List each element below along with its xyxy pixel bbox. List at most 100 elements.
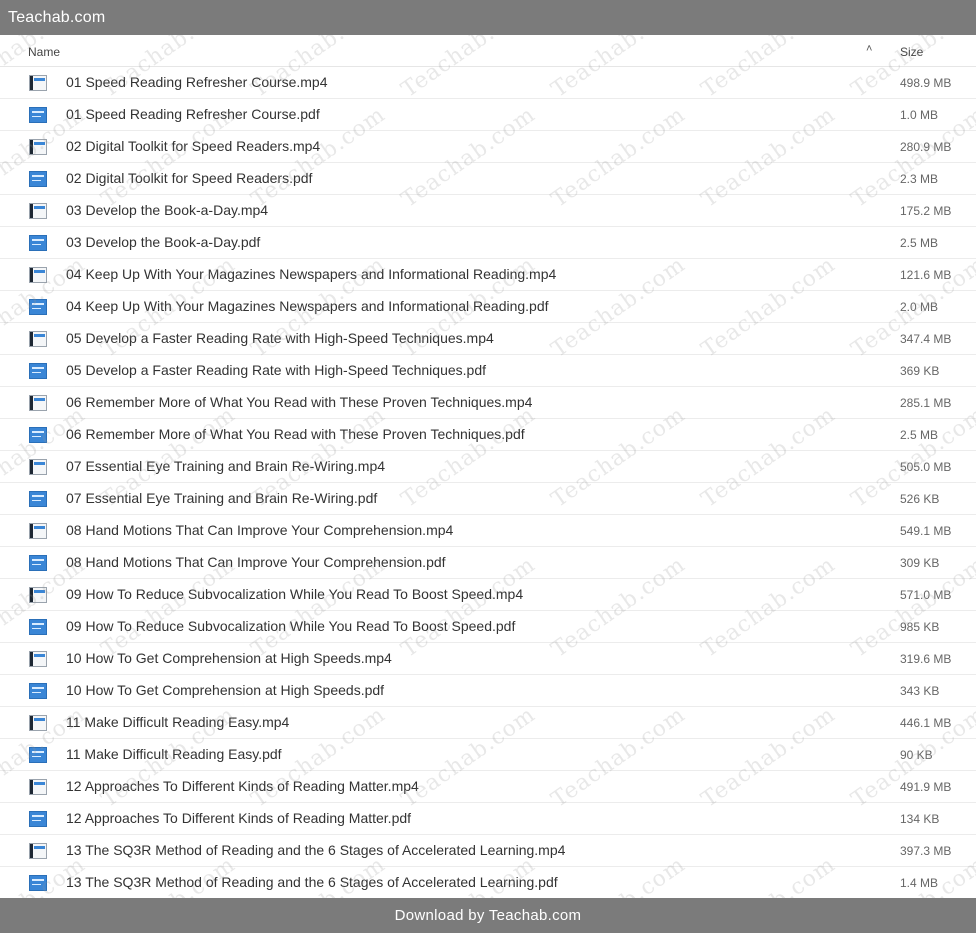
file-name[interactable]: 01 Speed Reading Refresher Course.pdf [66, 106, 320, 122]
file-name[interactable]: 13 The SQ3R Method of Reading and the 6 … [66, 842, 565, 858]
name-column-header[interactable]: Name [28, 45, 60, 59]
file-name[interactable]: 04 Keep Up With Your Magazines Newspaper… [66, 266, 556, 282]
file-name[interactable]: 06 Remember More of What You Read with T… [66, 426, 525, 442]
file-row[interactable]: 03 Develop the Book-a-Day.mp4 175.2 MB [0, 195, 976, 227]
file-thumbnail-icon [29, 779, 47, 795]
file-thumbnail-icon [29, 331, 47, 347]
file-size: 2.5 MB [900, 428, 939, 442]
file-size: 985 KB [900, 620, 940, 634]
file-thumbnail-icon [29, 747, 47, 763]
file-row[interactable]: 01 Speed Reading Refresher Course.pdf 1.0… [0, 99, 976, 131]
file-thumbnail-icon [29, 107, 47, 123]
file-thumbnail-icon [29, 715, 47, 731]
file-row[interactable]: 13 The SQ3R Method of Reading and the 6 … [0, 867, 976, 899]
file-row[interactable]: 13 The SQ3R Method of Reading and the 6 … [0, 835, 976, 867]
file-name[interactable]: 09 How To Reduce Subvocalization While Y… [66, 618, 515, 634]
file-row[interactable]: 12 Approaches To Different Kinds of Read… [0, 803, 976, 835]
file-thumbnail-icon [29, 395, 47, 411]
file-name[interactable]: 11 Make Difficult Reading Easy.pdf [66, 746, 282, 762]
file-size: 549.1 MB [900, 524, 952, 538]
file-size: 2.0 MB [900, 300, 939, 314]
file-size: 134 KB [900, 812, 940, 826]
file-thumbnail-icon [29, 459, 47, 475]
file-row[interactable]: 10 How To Get Comprehension at High Spee… [0, 643, 976, 675]
file-name[interactable]: 04 Keep Up With Your Magazines Newspaper… [66, 298, 549, 314]
file-row[interactable]: 12 Approaches To Different Kinds of Read… [0, 771, 976, 803]
file-row[interactable]: 06 Remember More of What You Read with T… [0, 419, 976, 451]
file-name[interactable]: 05 Develop a Faster Reading Rate with Hi… [66, 330, 494, 346]
file-thumbnail-icon [29, 491, 47, 507]
file-row[interactable]: 02 Digital Toolkit for Speed Readers.mp4… [0, 131, 976, 163]
file-row[interactable]: 09 How To Reduce Subvocalization While Y… [0, 579, 976, 611]
file-row[interactable]: 09 How To Reduce Subvocalization While Y… [0, 611, 976, 643]
file-size: 526 KB [900, 492, 940, 506]
file-size: 309 KB [900, 556, 940, 570]
file-size: 90 KB [900, 748, 933, 762]
file-size: 1.0 MB [900, 108, 939, 122]
file-row[interactable]: 04 Keep Up With Your Magazines Newspaper… [0, 291, 976, 323]
file-name[interactable]: 11 Make Difficult Reading Easy.mp4 [66, 714, 289, 730]
download-footer[interactable]: Download by Teachab.com [0, 898, 976, 933]
file-row[interactable]: 11 Make Difficult Reading Easy.mp4 446.1 … [0, 707, 976, 739]
file-name[interactable]: 10 How To Get Comprehension at High Spee… [66, 682, 384, 698]
file-size: 498.9 MB [900, 76, 952, 90]
file-size: 446.1 MB [900, 716, 952, 730]
file-thumbnail-icon [29, 619, 47, 635]
file-name[interactable]: 08 Hand Motions That Can Improve Your Co… [66, 522, 453, 538]
file-size: 2.5 MB [900, 236, 939, 250]
file-size: 285.1 MB [900, 396, 952, 410]
file-size: 2.3 MB [900, 172, 939, 186]
file-thumbnail-icon [29, 299, 47, 315]
size-column-header[interactable]: Size [900, 45, 923, 59]
file-size: 347.4 MB [900, 332, 952, 346]
file-size: 121.6 MB [900, 268, 952, 282]
file-name[interactable]: 06 Remember More of What You Read with T… [66, 394, 532, 410]
file-name[interactable]: 01 Speed Reading Refresher Course.mp4 [66, 74, 328, 90]
file-name[interactable]: 02 Digital Toolkit for Speed Readers.mp4 [66, 138, 320, 154]
file-thumbnail-icon [29, 203, 47, 219]
file-thumbnail-icon [29, 235, 47, 251]
file-name[interactable]: 05 Develop a Faster Reading Rate with Hi… [66, 362, 486, 378]
file-row[interactable]: 04 Keep Up With Your Magazines Newspaper… [0, 259, 976, 291]
file-thumbnail-icon [29, 363, 47, 379]
file-row[interactable]: 02 Digital Toolkit for Speed Readers.pdf… [0, 163, 976, 195]
file-size: 505.0 MB [900, 460, 952, 474]
file-name[interactable]: 12 Approaches To Different Kinds of Read… [66, 778, 419, 794]
file-row[interactable]: 03 Develop the Book-a-Day.pdf 2.5 MB [0, 227, 976, 259]
file-thumbnail-icon [29, 843, 47, 859]
file-name[interactable]: 07 Essential Eye Training and Brain Re-W… [66, 490, 377, 506]
file-thumbnail-icon [29, 171, 47, 187]
file-size: 491.9 MB [900, 780, 952, 794]
file-row[interactable]: 05 Develop a Faster Reading Rate with Hi… [0, 355, 976, 387]
file-list: 01 Speed Reading Refresher Course.mp4 498… [0, 67, 976, 899]
file-thumbnail-icon [29, 651, 47, 667]
file-name[interactable]: 10 How To Get Comprehension at High Spee… [66, 650, 392, 666]
file-size: 369 KB [900, 364, 940, 378]
file-name[interactable]: 07 Essential Eye Training and Brain Re-W… [66, 458, 385, 474]
sort-ascending-icon[interactable]: ˄ [866, 43, 872, 55]
file-row[interactable]: 05 Develop a Faster Reading Rate with Hi… [0, 323, 976, 355]
file-size: 280.9 MB [900, 140, 952, 154]
file-row[interactable]: 07 Essential Eye Training and Brain Re-W… [0, 483, 976, 515]
file-thumbnail-icon [29, 555, 47, 571]
file-name[interactable]: 13 The SQ3R Method of Reading and the 6 … [66, 874, 558, 890]
file-name[interactable]: 02 Digital Toolkit for Speed Readers.pdf [66, 170, 312, 186]
file-name[interactable]: 03 Develop the Book-a-Day.mp4 [66, 202, 268, 218]
file-name[interactable]: 12 Approaches To Different Kinds of Read… [66, 810, 411, 826]
file-thumbnail-icon [29, 427, 47, 443]
file-name[interactable]: 08 Hand Motions That Can Improve Your Co… [66, 554, 446, 570]
file-row[interactable]: 08 Hand Motions That Can Improve Your Co… [0, 515, 976, 547]
file-row[interactable]: 08 Hand Motions That Can Improve Your Co… [0, 547, 976, 579]
file-row[interactable]: 06 Remember More of What You Read with T… [0, 387, 976, 419]
file-row[interactable]: 07 Essential Eye Training and Brain Re-W… [0, 451, 976, 483]
site-title: Teachab.com [8, 9, 106, 26]
file-thumbnail-icon [29, 139, 47, 155]
file-thumbnail-icon [29, 683, 47, 699]
file-row[interactable]: 11 Make Difficult Reading Easy.pdf 90 KB [0, 739, 976, 771]
file-row[interactable]: 10 How To Get Comprehension at High Spee… [0, 675, 976, 707]
file-name[interactable]: 09 How To Reduce Subvocalization While Y… [66, 586, 523, 602]
file-size: 343 KB [900, 684, 940, 698]
file-thumbnail-icon [29, 523, 47, 539]
file-row[interactable]: 01 Speed Reading Refresher Course.mp4 498… [0, 67, 976, 99]
file-name[interactable]: 03 Develop the Book-a-Day.pdf [66, 234, 260, 250]
